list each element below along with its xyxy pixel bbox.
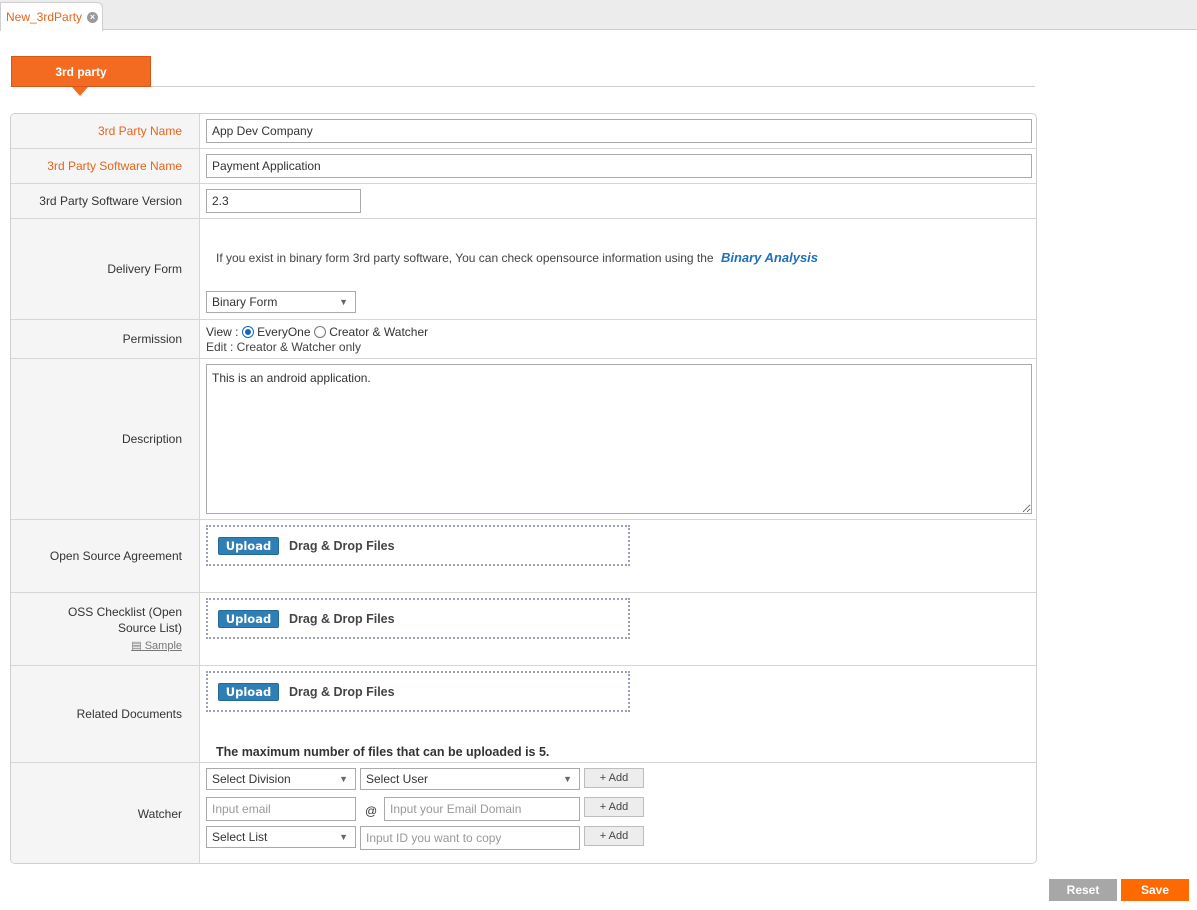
agreement-drag-drop-label: Drag & Drop Files — [289, 538, 395, 553]
checklist-upload-button[interactable]: Upload — [218, 609, 279, 628]
select-list-value: Select List — [212, 830, 268, 844]
chevron-down-icon: ▼ — [339, 832, 348, 842]
select-user-value: Select User — [366, 772, 429, 786]
software-version-input[interactable] — [206, 189, 361, 213]
binary-analysis-link[interactable]: Binary Analysis — [721, 250, 818, 265]
row-name: 3rd Party Name — [11, 114, 1036, 149]
radio-everyone-label: EveryOne — [257, 325, 311, 339]
row-description: Description This is an android applicati… — [11, 359, 1036, 520]
delivery-info: If you exist in binary form 3rd party so… — [216, 250, 818, 265]
permission-view-line: View : EveryOne Creator & Watcher — [206, 325, 428, 339]
checklist-dropzone[interactable]: Upload Drag & Drop Files — [206, 598, 630, 639]
row-oss-checklist: OSS Checklist (Open Source List) ▤ Sampl… — [11, 593, 1036, 666]
row-related-documents: Related Documents Upload Drag & Drop Fil… — [11, 666, 1036, 763]
close-icon[interactable]: × — [87, 11, 99, 23]
chevron-down-icon: ▼ — [563, 774, 572, 784]
document-icon: ▤ — [131, 640, 142, 652]
description-label: Description — [11, 359, 200, 519]
related-drag-drop-label: Drag & Drop Files — [289, 684, 395, 699]
row-delivery-form: Delivery Form If you exist in binary for… — [11, 219, 1036, 320]
name-label: 3rd Party Name — [11, 114, 200, 148]
tab-label: New_3rdParty — [6, 10, 83, 24]
permission-edit-line: Edit : Creator & Watcher only — [206, 340, 361, 354]
row-agreement: Open Source Agreement Upload Drag & Drop… — [11, 520, 1036, 593]
delivery-form-label: Delivery Form — [11, 219, 200, 319]
related-dropzone[interactable]: Upload Drag & Drop Files — [206, 671, 630, 712]
checklist-drag-drop-label: Drag & Drop Files — [289, 611, 395, 626]
watcher-label: Watcher — [11, 763, 200, 863]
chevron-down-icon: ▼ — [339, 774, 348, 784]
save-button[interactable]: Save — [1121, 879, 1189, 901]
delivery-form-select[interactable]: Binary Form ▼ — [206, 291, 356, 313]
row-permission: Permission View : EveryOne Creator & Wat… — [11, 320, 1036, 359]
software-name-input[interactable] — [206, 154, 1032, 178]
radio-everyone[interactable] — [241, 326, 254, 338]
related-documents-label: Related Documents — [11, 666, 200, 762]
add-email-button[interactable]: + Add — [584, 797, 644, 817]
select-user[interactable]: Select User ▼ — [360, 768, 580, 790]
select-division[interactable]: Select Division ▼ — [206, 768, 356, 790]
permission-view-prefix: View : — [206, 325, 239, 339]
select-list[interactable]: Select List ▼ — [206, 826, 356, 848]
radio-creator-watcher[interactable] — [313, 326, 326, 338]
row-software-version: 3rd Party Software Version — [11, 184, 1036, 219]
software-name-label: 3rd Party Software Name — [11, 149, 200, 183]
reset-button[interactable]: Reset — [1049, 879, 1117, 901]
radio-creator-watcher-label: Creator & Watcher — [329, 325, 429, 339]
email-input[interactable] — [206, 797, 356, 821]
third-party-form: 3rd Party Name 3rd Party Software Name 3… — [10, 113, 1037, 864]
delivery-info-text: If you exist in binary form 3rd party so… — [216, 251, 714, 265]
description-textarea[interactable]: This is an android application. — [206, 364, 1032, 514]
agreement-label: Open Source Agreement — [11, 520, 200, 592]
add-user-button[interactable]: + Add — [584, 768, 644, 788]
row-watcher: Watcher Select Division ▼ Select User ▼ … — [11, 763, 1036, 863]
chevron-down-icon: ▼ — [339, 297, 348, 307]
agreement-dropzone[interactable]: Upload Drag & Drop Files — [206, 525, 630, 566]
oss-checklist-label: OSS Checklist (Open Source List) — [67, 605, 182, 635]
agreement-upload-button[interactable]: Upload — [218, 536, 279, 555]
sample-link-label: Sample — [144, 640, 182, 652]
email-domain-input[interactable] — [384, 797, 580, 821]
tab-bar: New_3rdParty × — [0, 0, 1197, 31]
related-upload-button[interactable]: Upload — [218, 682, 279, 701]
permission-label: Permission — [11, 320, 200, 358]
at-sign: @ — [365, 804, 378, 818]
name-input[interactable] — [206, 119, 1032, 143]
software-version-label: 3rd Party Software Version — [11, 184, 200, 218]
oss-checklist-label-cell: OSS Checklist (Open Source List) ▤ Sampl… — [11, 593, 200, 665]
sample-link[interactable]: ▤ Sample — [131, 638, 182, 654]
section-tab-3rd-party[interactable]: 3rd party — [11, 56, 151, 87]
tab-new-3rdparty[interactable]: New_3rdParty × — [0, 2, 103, 31]
section-tab-arrow-icon — [72, 87, 88, 96]
row-software-name: 3rd Party Software Name — [11, 149, 1036, 184]
delivery-form-selected: Binary Form — [212, 295, 278, 309]
add-copy-button[interactable]: + Add — [584, 826, 644, 846]
copy-id-input[interactable] — [360, 826, 580, 850]
select-division-value: Select Division — [212, 772, 291, 786]
section-divider — [10, 86, 1035, 87]
max-files-note: The maximum number of files that can be … — [216, 745, 550, 759]
